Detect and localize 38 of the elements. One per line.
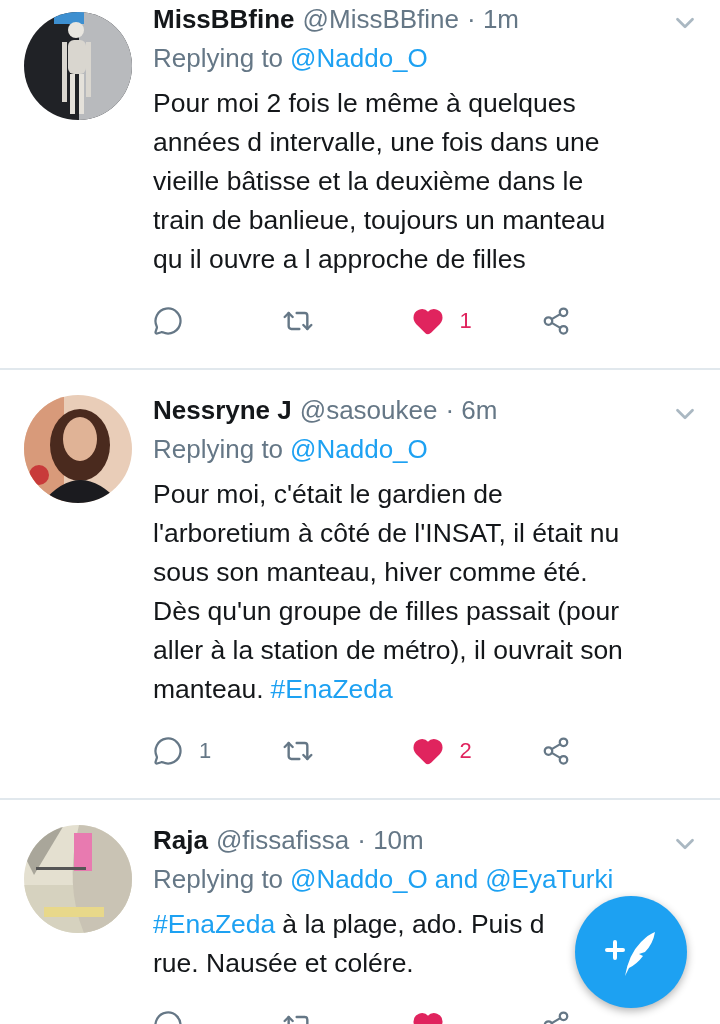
mention-link[interactable]: @EyaTurki	[485, 859, 614, 899]
hashtag-link[interactable]: #EnaZeda	[270, 670, 393, 709]
mention-link[interactable]: @Naddo_O	[290, 38, 428, 78]
tweet-text: Dès qu'un groupe de filles passait (pour	[153, 595, 620, 628]
like-button[interactable]: 1	[411, 305, 541, 337]
tweet-text: Pour moi, c'était le gardien de	[153, 478, 503, 511]
tweet-time: · 1m	[467, 3, 519, 36]
tweet-text: rue. Nausée et colére.	[153, 947, 414, 980]
tweet-text: qu il ouvre a l approche de filles	[153, 243, 526, 276]
tweet-text: vieille bâtisse et la deuxième dans le	[153, 165, 584, 198]
replying-label: Replying to	[153, 863, 284, 896]
hashtag-link[interactable]: #EnaZeda	[153, 905, 276, 944]
user-handle: @fissafissa	[215, 824, 350, 857]
user-name[interactable]: Raja	[153, 821, 208, 859]
speech-bubble-icon	[153, 306, 183, 336]
mention-link[interactable]: and	[434, 859, 479, 899]
tweet-text: Pour moi 2 fois le même à quelques	[153, 87, 576, 120]
user-handle: @MissBBfine	[302, 3, 459, 36]
mention-link[interactable]: @Naddo_O	[290, 429, 428, 469]
tweet-text: train de banlieue, toujours un manteau	[153, 204, 606, 237]
tweet-text: années d intervalle, une fois dans une	[153, 126, 600, 159]
mention-link[interactable]: @Naddo_O	[290, 859, 428, 899]
replying-label: Replying to	[153, 433, 284, 466]
reply-button[interactable]: 1	[153, 736, 283, 766]
tweet-text: à la plage, ado. Puis d	[282, 908, 545, 941]
user-name[interactable]: Nessryne J	[153, 391, 292, 429]
speech-bubble-icon	[153, 736, 183, 766]
tweet-text: aller à la station de métro), il ouvrait son	[153, 634, 623, 667]
compose-button[interactable]	[575, 896, 687, 1008]
replying-label: Replying to	[153, 42, 284, 75]
tweet-text: l'arboretium à côté de l'INSAT, il était nu	[153, 517, 620, 550]
tweet-text: manteau.	[153, 673, 264, 706]
user-handle: @sasoukee	[299, 394, 438, 427]
user-name[interactable]: MissBBfine	[153, 0, 295, 38]
tweet-text: sous son manteau, hiver comme été.	[153, 556, 588, 589]
like-button[interactable]: 2	[411, 735, 541, 767]
tweet-time: · 6m	[445, 394, 498, 427]
tweet-time: · 10m	[357, 824, 424, 857]
